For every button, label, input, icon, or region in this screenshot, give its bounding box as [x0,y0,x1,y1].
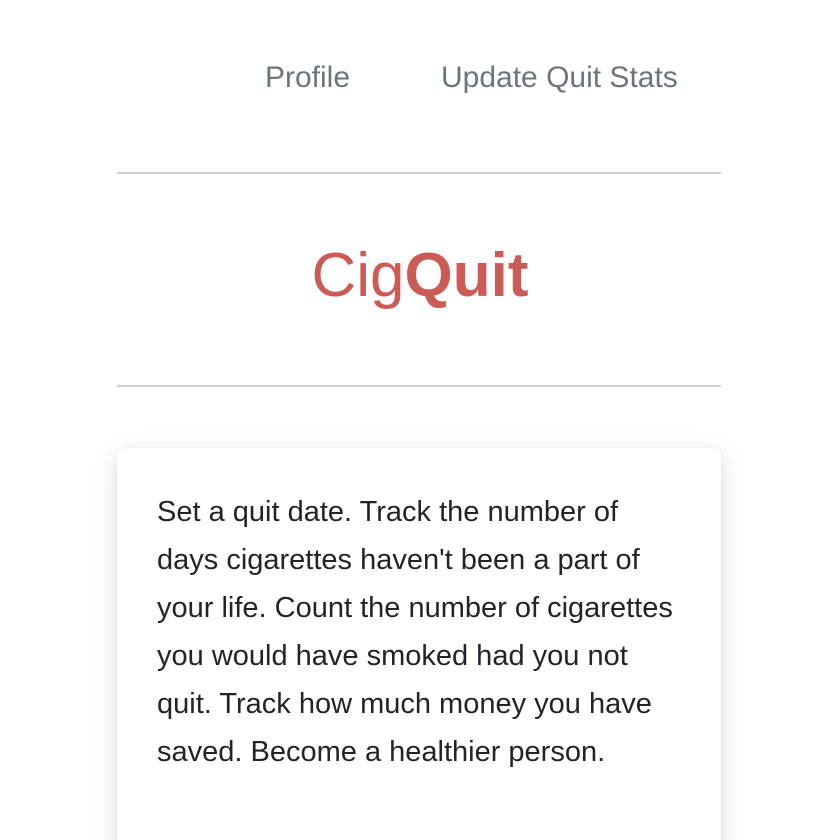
nav-link-update-quit-stats[interactable]: Update Quit Stats [441,58,678,98]
intro-description: Set a quit date. Track the number of day… [157,496,673,768]
divider-top [117,172,721,174]
top-nav: Profile Update Quit Stats [0,58,840,98]
nav-link-profile[interactable]: Profile [265,58,350,98]
brand-logo-part-cig: Cig [311,241,405,310]
divider-bottom [117,385,721,387]
brand-logo-part-quit: Quit [404,241,529,310]
brand-logo: CigQuit [0,240,840,312]
intro-card: Set a quit date. Track the number of day… [117,448,721,840]
